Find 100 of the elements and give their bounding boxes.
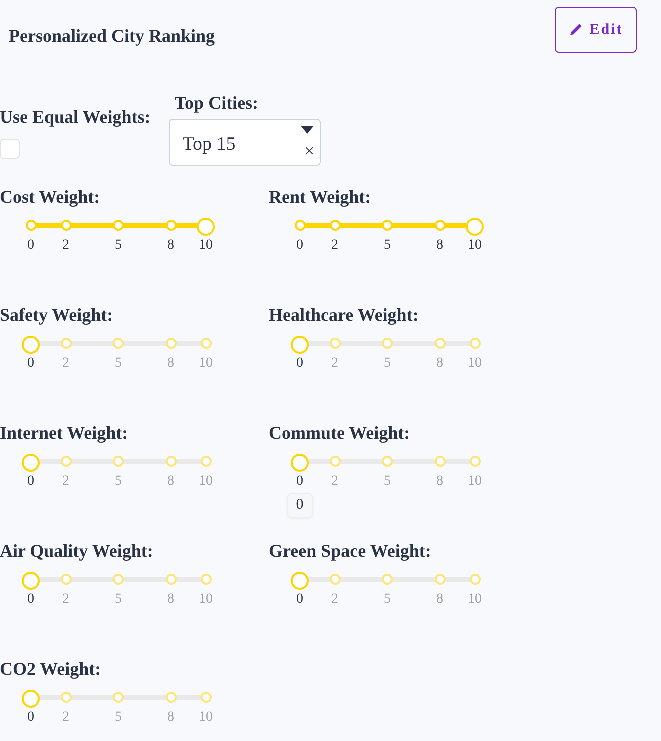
slider-mark-dot bbox=[470, 338, 480, 349]
slider-mark-label: 8 bbox=[168, 357, 174, 371]
slider-mark-label: 8 bbox=[436, 593, 444, 607]
slider-mark-dot bbox=[434, 456, 446, 467]
slider-handle[interactable] bbox=[22, 336, 40, 354]
slider-mark-label: 0 bbox=[28, 593, 34, 607]
slider-handle[interactable] bbox=[197, 218, 215, 236]
slider-mark-label: 2 bbox=[332, 475, 338, 489]
slider-mark-label: 8 bbox=[436, 357, 444, 371]
slider-mark-label: 5 bbox=[384, 239, 391, 253]
slider-mark-label: 2 bbox=[62, 711, 70, 725]
slider-mark-dot bbox=[166, 692, 176, 703]
slider-label: Internet Weight: bbox=[0, 422, 128, 445]
slider-label: Healthcare Weight: bbox=[269, 304, 419, 327]
slider-mark-label: 2 bbox=[62, 357, 70, 371]
slider-mark-dot bbox=[60, 574, 72, 585]
slider-mark-label: 5 bbox=[115, 357, 122, 371]
edit-button[interactable]: Edit bbox=[555, 7, 637, 53]
slider-mark-label: 10 bbox=[199, 357, 213, 371]
slider-mark-dot bbox=[166, 574, 176, 585]
slider-mark-label: 10 bbox=[199, 593, 213, 607]
slider-mark-dot bbox=[382, 338, 393, 349]
slider-handle[interactable] bbox=[22, 454, 40, 472]
slider-mark-dot bbox=[166, 338, 176, 349]
slider-mark-label: 0 bbox=[296, 593, 304, 607]
slider-tooltip: 0 bbox=[287, 493, 313, 518]
dropdown-value: Top 15 bbox=[182, 133, 236, 157]
slider-mark-label: 10 bbox=[199, 711, 213, 725]
slider-mark-dot bbox=[200, 574, 212, 585]
slider-mark-label: 10 bbox=[468, 357, 482, 371]
slider-mark-dot bbox=[434, 338, 446, 349]
slider-mark-dot bbox=[330, 456, 340, 467]
slider-mark-label: 5 bbox=[384, 593, 391, 607]
slider-mark-label: 8 bbox=[436, 475, 444, 489]
slider-mark-label: 2 bbox=[62, 239, 70, 253]
slider-mark-dot bbox=[113, 338, 124, 349]
slider-mark-dot bbox=[60, 692, 72, 703]
slider-label: Safety Weight: bbox=[0, 304, 114, 327]
slider-mark-label: 0 bbox=[28, 239, 34, 253]
slider-label: Commute Weight: bbox=[269, 422, 410, 445]
slider-mark-dot bbox=[113, 692, 124, 703]
slider-mark-dot bbox=[113, 456, 124, 467]
slider-mark-label: 5 bbox=[384, 357, 391, 371]
slider-mark-label: 0 bbox=[28, 357, 34, 371]
slider-mark-label: 10 bbox=[468, 475, 482, 489]
slider-mark-dot bbox=[166, 456, 176, 467]
slider-mark-label: 5 bbox=[115, 593, 122, 607]
slider-mark-dot bbox=[330, 574, 340, 585]
caret-icon[interactable] bbox=[300, 126, 314, 134]
checkbox-label: Use Equal Weights: bbox=[0, 106, 151, 129]
slider-label: Air Quality Weight: bbox=[0, 540, 154, 563]
slider-handle[interactable] bbox=[291, 572, 309, 590]
slider-mark-dot bbox=[470, 456, 480, 467]
slider-mark-label: 10 bbox=[468, 239, 482, 253]
slider-label: Cost Weight: bbox=[0, 186, 100, 209]
slider-mark-dot bbox=[382, 574, 393, 585]
pencil-icon bbox=[568, 23, 583, 37]
slider-mark-label: 0 bbox=[296, 357, 304, 371]
slider-mark-label: 5 bbox=[115, 239, 122, 253]
slider-mark-label: 8 bbox=[168, 711, 174, 725]
slider-mark-label: 8 bbox=[168, 239, 174, 253]
slider-mark-label: 5 bbox=[115, 475, 122, 489]
slider-handle[interactable] bbox=[22, 572, 40, 590]
slider-mark-label: 10 bbox=[468, 593, 482, 607]
slider-mark-label: 0 bbox=[296, 239, 304, 253]
slider-label: CO2 Weight: bbox=[0, 658, 102, 681]
slider-mark-label: 8 bbox=[436, 239, 444, 253]
slider-mark-label: 2 bbox=[332, 593, 338, 607]
slider-mark-label: 8 bbox=[168, 593, 174, 607]
slider-label: Rent Weight: bbox=[269, 186, 372, 209]
slider-mark-dot bbox=[60, 338, 72, 349]
slider-mark-label: 10 bbox=[199, 475, 213, 489]
slider-mark-label: 0 bbox=[28, 475, 34, 489]
dropdown[interactable]: Top 15 × bbox=[168, 119, 321, 166]
page-title: Personalized City Ranking bbox=[9, 25, 216, 48]
slider-handle[interactable] bbox=[466, 218, 484, 236]
slider-mark-label: 5 bbox=[115, 711, 122, 725]
slider-label: Green Space Weight: bbox=[269, 540, 432, 563]
slider-mark-label: 2 bbox=[62, 593, 70, 607]
slider-handle[interactable] bbox=[291, 454, 309, 472]
slider-mark-label: 0 bbox=[28, 711, 34, 725]
slider-mark-label: 8 bbox=[168, 475, 174, 489]
slider-mark-dot bbox=[434, 574, 446, 585]
slider-mark-dot bbox=[60, 456, 72, 467]
slider-mark-label: 5 bbox=[384, 475, 391, 489]
slider-mark-label: 2 bbox=[62, 475, 70, 489]
slider-mark-label: 2 bbox=[332, 357, 338, 371]
slider-mark-label: 2 bbox=[332, 239, 338, 253]
slider-mark-label: 0 bbox=[296, 475, 304, 489]
slider-handle[interactable] bbox=[291, 336, 309, 354]
slider-mark-dot bbox=[470, 574, 480, 585]
slider-mark-dot bbox=[200, 456, 212, 467]
slider-mark-dot bbox=[330, 338, 340, 349]
checkbox[interactable] bbox=[0, 139, 20, 159]
slider-mark-dot bbox=[200, 692, 212, 703]
dropdown-label: Top Cities: bbox=[174, 92, 259, 115]
clear-button[interactable]: × bbox=[304, 142, 315, 160]
slider-mark-dot bbox=[113, 574, 124, 585]
slider-mark-dot bbox=[200, 338, 212, 349]
slider-handle[interactable] bbox=[22, 690, 40, 708]
